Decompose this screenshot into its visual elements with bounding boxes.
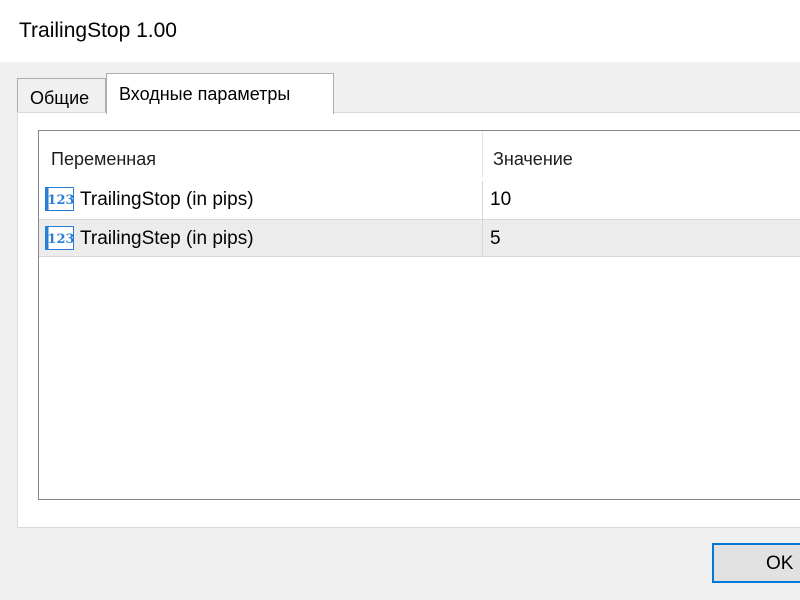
- parameter-value[interactable]: 5: [490, 228, 501, 250]
- cell-divider: [482, 181, 483, 219]
- tab-input-parameters[interactable]: Входные параметры: [106, 73, 334, 114]
- tab-general-label: Общие: [30, 88, 90, 108]
- column-header-variable[interactable]: Переменная: [51, 148, 156, 170]
- tab-general[interactable]: Общие: [17, 78, 106, 113]
- list-header: Переменная Значение: [39, 131, 800, 177]
- parameter-value[interactable]: 10: [490, 189, 511, 211]
- table-row[interactable]: 123 TrailingStep (in pips) 5: [39, 219, 800, 257]
- svg-text:123: 123: [47, 193, 74, 208]
- column-divider[interactable]: [482, 131, 483, 177]
- svg-text:123: 123: [47, 232, 74, 247]
- table-row[interactable]: 123 TrailingStop (in pips) 10: [39, 181, 800, 219]
- cell-divider: [482, 220, 483, 256]
- tab-input-parameters-label: Входные параметры: [119, 84, 291, 104]
- parameter-name: TrailingStep (in pips): [80, 228, 254, 249]
- numeric-123-icon: 123: [45, 226, 75, 250]
- ok-button[interactable]: OK: [712, 543, 800, 583]
- numeric-123-icon: 123: [45, 187, 75, 211]
- column-header-value[interactable]: Значение: [493, 148, 573, 170]
- parameters-list[interactable]: Переменная Значение 123 TrailingStop (in…: [38, 130, 800, 500]
- dialog-window: TrailingStop 1.00 Общие Входные параметр…: [0, 0, 800, 600]
- tab-strip: Общие Входные параметры: [0, 0, 800, 114]
- parameter-name: TrailingStop (in pips): [80, 189, 254, 210]
